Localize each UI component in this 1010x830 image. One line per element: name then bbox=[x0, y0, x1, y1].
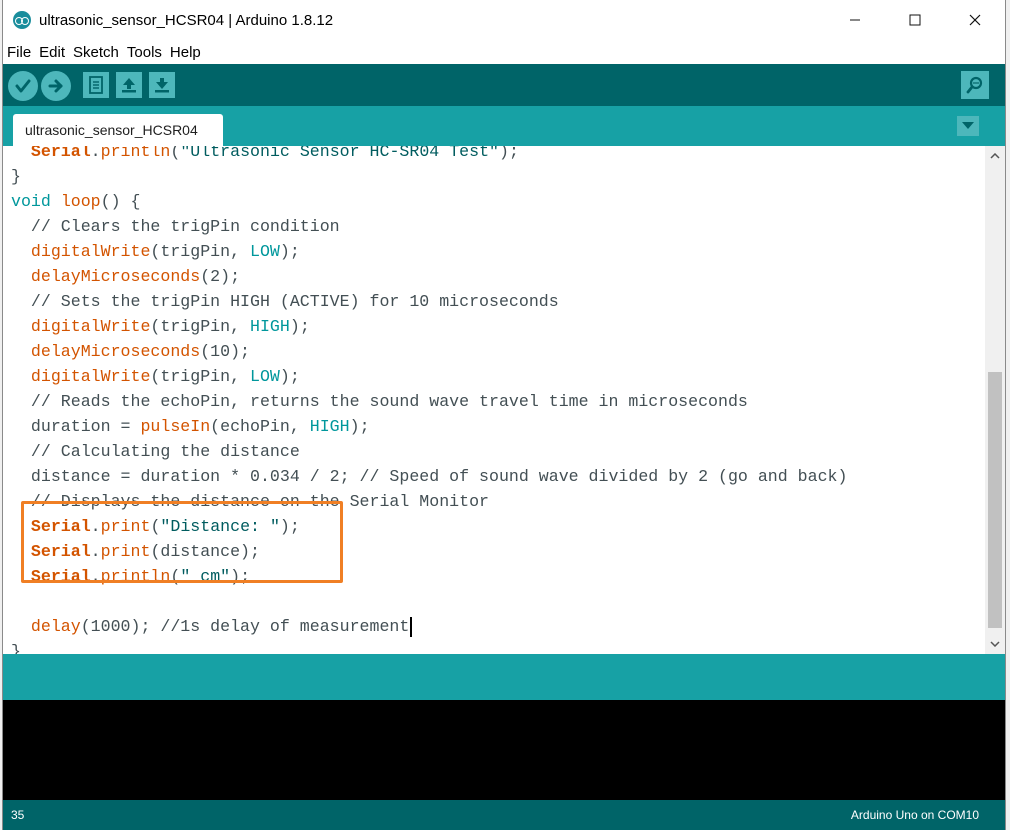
serial-monitor-icon bbox=[966, 76, 983, 94]
code-editor[interactable]: Serial.println("Ultrasonic Sensor HC-SR0… bbox=[3, 146, 985, 654]
tab-strip: ultrasonic_sensor_HCSR04 bbox=[3, 106, 1005, 146]
editor-scrollbar[interactable] bbox=[985, 146, 1005, 654]
text-caret bbox=[410, 616, 413, 637]
upload-button[interactable] bbox=[41, 71, 71, 101]
close-icon bbox=[969, 14, 981, 26]
minimize-button[interactable] bbox=[825, 0, 885, 40]
code-line: delayMicroseconds(2); bbox=[30, 267, 241, 286]
serial-print-highlight bbox=[21, 501, 343, 583]
save-sketch-button[interactable] bbox=[149, 72, 175, 98]
maximize-icon bbox=[909, 14, 921, 26]
upload-icon bbox=[48, 79, 63, 93]
menu-file[interactable]: File bbox=[7, 44, 31, 61]
title-bar: ultrasonic_sensor_HCSR04 | Arduino 1.8.1… bbox=[3, 0, 1005, 40]
code-line: duration = pulseIn(echoPin, HIGH); bbox=[11, 417, 370, 436]
menu-help[interactable]: Help bbox=[170, 44, 201, 61]
code-line: digitalWrite(trigPin, LOW); bbox=[30, 367, 300, 386]
code-line: digitalWrite(trigPin, LOW); bbox=[30, 242, 300, 261]
code-line: } bbox=[11, 167, 21, 186]
scroll-down-button[interactable] bbox=[985, 634, 1005, 654]
open-sketch-button[interactable] bbox=[116, 72, 142, 98]
line-number: 35 bbox=[11, 808, 25, 822]
console-output[interactable] bbox=[3, 700, 1005, 800]
close-button[interactable] bbox=[945, 0, 1005, 40]
tab-menu-button[interactable] bbox=[957, 116, 979, 136]
save-icon bbox=[155, 78, 169, 93]
chevron-down-icon bbox=[962, 122, 974, 129]
window-controls bbox=[825, 0, 1005, 40]
code-line: delayMicroseconds(10); bbox=[30, 342, 251, 361]
minimize-icon bbox=[850, 19, 860, 21]
window-title: ultrasonic_sensor_HCSR04 | Arduino 1.8.1… bbox=[39, 11, 334, 29]
serial-monitor-button[interactable] bbox=[961, 71, 989, 99]
status-bar: 35 Arduino Uno on COM10 bbox=[3, 800, 1005, 830]
toolbar bbox=[3, 64, 1005, 106]
new-icon bbox=[89, 76, 103, 94]
message-area bbox=[3, 654, 1005, 700]
new-sketch-button[interactable] bbox=[83, 72, 109, 98]
maximize-button[interactable] bbox=[885, 0, 945, 40]
board-port: Arduino Uno on COM10 bbox=[850, 808, 979, 822]
verify-button[interactable] bbox=[8, 71, 38, 101]
code-line: // Reads the echoPin, returns the sound … bbox=[30, 392, 748, 411]
scroll-thumb[interactable] bbox=[988, 372, 1002, 628]
menu-tools[interactable]: Tools bbox=[127, 44, 162, 61]
menu-sketch[interactable]: Sketch bbox=[73, 44, 119, 61]
menu-bar: File Edit Sketch Tools Help bbox=[3, 40, 1005, 64]
code-line: Serial.println("Ultrasonic Sensor HC-SR0… bbox=[30, 146, 519, 161]
code-line: // Calculating the distance bbox=[30, 442, 300, 461]
verify-icon bbox=[15, 79, 31, 93]
arduino-logo-icon bbox=[13, 11, 31, 29]
tab-label: ultrasonic_sensor_HCSR04 bbox=[25, 122, 198, 138]
code-line: digitalWrite(trigPin, HIGH); bbox=[30, 317, 310, 336]
code-line: distance = duration * 0.034 / 2; // Spee… bbox=[11, 467, 848, 486]
code-line: delay(1000); //1s delay of measurement bbox=[11, 614, 847, 639]
chevron-up-icon bbox=[990, 153, 1000, 159]
arduino-ide-window: ultrasonic_sensor_HCSR04 | Arduino 1.8.1… bbox=[2, 0, 1006, 830]
code-line: // Clears the trigPin condition bbox=[30, 217, 340, 236]
open-icon bbox=[122, 78, 136, 93]
code-line: void loop() { bbox=[11, 192, 141, 211]
menu-edit[interactable]: Edit bbox=[39, 44, 65, 61]
code-line: // Sets the trigPin HIGH (ACTIVE) for 10… bbox=[30, 292, 559, 311]
chevron-down-icon bbox=[990, 641, 1000, 647]
code-line: } bbox=[11, 642, 21, 654]
tab-ultrasonic-sensor[interactable]: ultrasonic_sensor_HCSR04 bbox=[13, 114, 223, 146]
scroll-up-button[interactable] bbox=[985, 146, 1005, 166]
